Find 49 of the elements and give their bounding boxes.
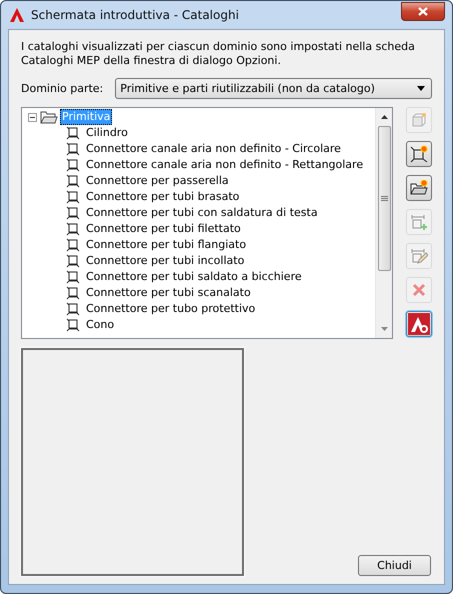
part-icon — [66, 222, 80, 236]
scrollbar-thumb[interactable] — [378, 126, 390, 271]
tree-item[interactable]: Connettore per tubi saldato a bicchiere — [84, 269, 304, 285]
scroll-up-icon[interactable] — [380, 115, 388, 119]
window-title: Schermata introduttiva - Cataloghi — [31, 8, 240, 22]
edit-icon — [410, 247, 428, 265]
part-icon — [66, 238, 80, 252]
tree-item[interactable]: Connettore per tubi brasato — [84, 189, 242, 205]
description-text: I cataloghi visualizzati per ciascun dominio sono impostati nella scheda Cataloghi MEP della finestra di dialogo Opzioni. — [21, 40, 416, 68]
part-icon — [66, 254, 80, 268]
part-icon — [66, 142, 80, 156]
folder-icon — [410, 180, 428, 196]
part-icon — [66, 318, 80, 332]
app-logo-icon — [9, 7, 25, 23]
tree-item[interactable]: Connettore per tubo protettivo — [84, 301, 258, 317]
close-dialog-button[interactable]: Chiudi — [358, 555, 431, 576]
tree-item[interactable]: Connettore canale aria non definito - Circolare — [84, 141, 343, 157]
domain-label: Dominio parte: — [21, 82, 104, 95]
folder-icon — [40, 110, 58, 124]
scroll-down-icon[interactable] — [380, 327, 388, 331]
tree-item[interactable]: Connettore per tubi incollato — [84, 253, 246, 269]
collapse-icon[interactable] — [28, 112, 37, 122]
cube-icon — [411, 112, 427, 128]
close-button[interactable] — [401, 2, 445, 20]
part-icon — [66, 270, 80, 284]
part-icon — [66, 174, 80, 188]
tree-item[interactable]: Connettore per tubi flangiato — [84, 237, 248, 253]
part-icon — [66, 158, 80, 172]
add-icon — [410, 213, 428, 231]
part-icon — [66, 206, 80, 220]
part-icon — [66, 302, 80, 316]
tree-item[interactable]: Connettore per tubi con saldatura di testa — [84, 205, 320, 221]
toolbar-button[interactable] — [406, 175, 432, 201]
dropdown-arrow-icon — [417, 86, 425, 91]
tree-item[interactable]: Connettore per tubi filettato — [84, 221, 243, 237]
part-icon — [66, 286, 80, 300]
tree-item[interactable]: Cilindro — [84, 125, 130, 141]
part-icon — [66, 126, 80, 140]
tree-item[interactable]: Cono — [84, 317, 116, 333]
domain-dropdown[interactable]: Primitive e parti riutilizzabili (non da catalogo) — [115, 78, 432, 99]
delete-icon — [411, 282, 427, 298]
toolbar-button[interactable] — [406, 141, 432, 167]
new-part-icon — [410, 145, 428, 163]
app-help-icon — [408, 313, 430, 335]
part-icon — [66, 190, 80, 204]
tree-item[interactable]: Connettore canale aria non definito - Rettangolare — [84, 157, 366, 173]
tree-item[interactable]: Connettore per passerella — [84, 173, 231, 189]
close-icon — [418, 6, 428, 16]
tree-item[interactable]: Connettore per tubi scanalato — [84, 285, 253, 301]
